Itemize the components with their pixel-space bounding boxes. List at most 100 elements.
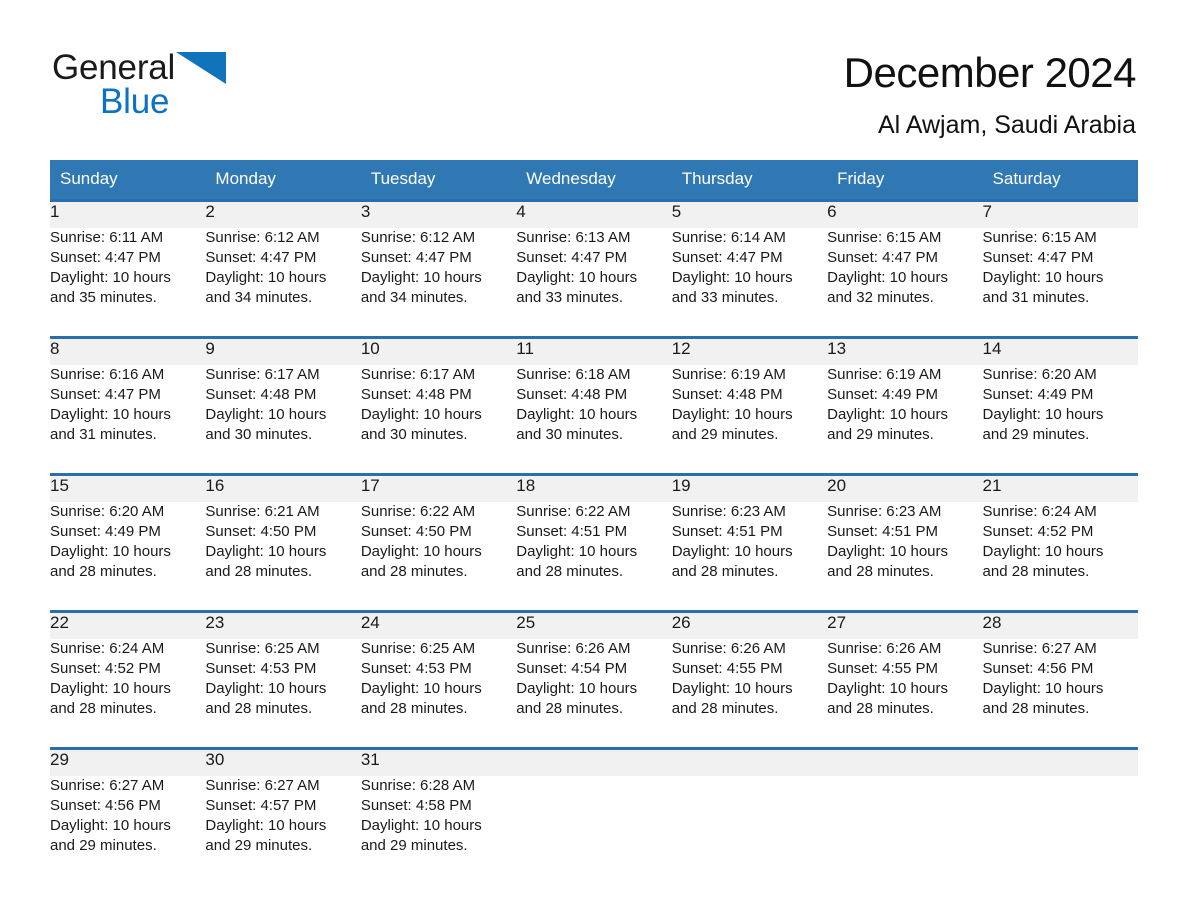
day-detail-cell[interactable]: Sunrise: 6:25 AM Sunset: 4:53 PM Daylight:… [361,639,516,735]
day-number[interactable]: 20 [827,476,983,502]
daylight-duration-line1: Daylight: 10 hours [360,269,482,286]
day-number[interactable]: 3 [360,202,517,228]
day-detail-cell[interactable]: Sunrise: 6:23 AM Sunset: 4:51 PM Daylight:… [827,502,982,598]
sunrise-time: Sunrise: 6:17 AM [360,366,476,383]
sunrise-time: Sunrise: 6:22 AM [516,503,631,520]
day-detail-cell[interactable]: Sunrise: 6:27 AM Sunset: 4:56 PM Daylight:… [983,639,1138,735]
logo-top-row: General [52,44,312,86]
title-block: December 2024 Al Awjam, Saudi Arabia [844,44,1137,142]
day-number[interactable]: 15 [50,476,206,502]
day-number-empty [827,750,983,776]
daylight-duration-line2: and 28 minutes. [982,563,1090,580]
day-detail-cell[interactable]: Sunrise: 6:14 AM Sunset: 4:47 PM Daylight:… [672,228,827,324]
day-detail-cell[interactable]: Sunrise: 6:26 AM Sunset: 4:55 PM Daylight:… [672,639,827,735]
sunset-time: Sunset: 4:47 PM [827,249,939,266]
day-detail-cell[interactable]: Sunrise: 6:12 AM Sunset: 4:47 PM Daylight:… [361,228,516,324]
day-number[interactable]: 30 [205,750,361,776]
day-number[interactable]: 23 [205,613,361,639]
day-detail-cell[interactable]: Sunrise: 6:26 AM Sunset: 4:54 PM Daylight:… [516,639,671,735]
day-detail-cell[interactable]: Sunrise: 6:22 AM Sunset: 4:50 PM Daylight:… [361,502,516,598]
daylight-duration-line1: Daylight: 10 hours [671,680,793,697]
day-number-row: 29 30 31 [50,750,1138,776]
day-number[interactable]: 4 [516,202,672,228]
day-detail-cell-empty [983,776,1138,872]
day-detail-cell[interactable]: Sunrise: 6:16 AM Sunset: 4:47 PM Daylight:… [50,365,205,461]
day-number[interactable]: 19 [671,476,828,502]
day-number[interactable]: 5 [671,202,828,228]
day-number[interactable]: 6 [827,202,983,228]
sunrise-time: Sunrise: 6:22 AM [360,503,476,520]
day-number[interactable]: 7 [982,202,1138,228]
day-number[interactable]: 8 [50,339,206,365]
sunset-time: Sunset: 4:47 PM [205,249,317,266]
day-number[interactable]: 16 [205,476,361,502]
sunrise-time: Sunrise: 6:27 AM [982,640,1097,657]
day-number[interactable]: 25 [516,613,672,639]
day-detail-cell[interactable]: Sunrise: 6:17 AM Sunset: 4:48 PM Daylight:… [361,365,516,461]
sunset-time: Sunset: 4:55 PM [827,660,939,677]
day-number[interactable]: 12 [671,339,828,365]
day-detail-cell[interactable]: Sunrise: 6:27 AM Sunset: 4:56 PM Daylight:… [50,776,205,872]
sunset-time: Sunset: 4:55 PM [671,660,783,677]
day-detail-cell[interactable]: Sunrise: 6:28 AM Sunset: 4:58 PM Daylight:… [361,776,516,872]
day-number[interactable]: 1 [50,202,206,228]
day-number[interactable]: 13 [827,339,983,365]
page-header: General Blue December 2024 Al Awjam, Sau… [0,0,1188,142]
logo-text-general: General [52,48,176,87]
day-number[interactable]: 26 [671,613,828,639]
day-number[interactable]: 11 [516,339,672,365]
sunrise-time: Sunrise: 6:25 AM [205,640,320,657]
day-detail-cell[interactable]: Sunrise: 6:15 AM Sunset: 4:47 PM Daylight:… [827,228,982,324]
day-number[interactable]: 17 [360,476,517,502]
daylight-duration-line2: and 32 minutes. [827,289,934,306]
day-detail-cell[interactable]: Sunrise: 6:18 AM Sunset: 4:48 PM Daylight:… [516,365,671,461]
daylight-duration-line2: and 28 minutes. [516,700,624,717]
weekday-header-saturday: Saturday [982,160,1138,199]
daylight-duration-line2: and 28 minutes. [50,563,157,580]
daylight-duration-line2: and 30 minutes. [516,426,624,443]
day-detail-cell[interactable]: Sunrise: 6:22 AM Sunset: 4:51 PM Daylight:… [516,502,671,598]
sunset-time: Sunset: 4:47 PM [982,249,1094,266]
day-number[interactable]: 9 [205,339,361,365]
generalblue-logo[interactable]: General Blue [52,44,312,124]
day-detail-cell[interactable]: Sunrise: 6:21 AM Sunset: 4:50 PM Daylight:… [205,502,360,598]
sunrise-time: Sunrise: 6:15 AM [827,229,942,246]
sunrise-time: Sunrise: 6:20 AM [982,366,1097,383]
sunrise-time: Sunrise: 6:11 AM [50,229,164,246]
day-detail-cell[interactable]: Sunrise: 6:23 AM Sunset: 4:51 PM Daylight:… [672,502,827,598]
day-number[interactable]: 14 [982,339,1138,365]
day-detail-cell[interactable]: Sunrise: 6:24 AM Sunset: 4:52 PM Daylight:… [50,639,205,735]
day-number[interactable]: 18 [516,476,672,502]
day-number-empty [982,750,1138,776]
day-detail-cell[interactable]: Sunrise: 6:12 AM Sunset: 4:47 PM Daylight:… [205,228,360,324]
day-number[interactable]: 22 [50,613,206,639]
daylight-duration-line1: Daylight: 10 hours [360,406,482,423]
day-number[interactable]: 21 [982,476,1138,502]
sunset-time: Sunset: 4:47 PM [671,249,783,266]
day-detail-cell[interactable]: Sunrise: 6:20 AM Sunset: 4:49 PM Daylight:… [50,502,205,598]
day-number-empty [516,750,672,776]
day-detail-cell[interactable]: Sunrise: 6:27 AM Sunset: 4:57 PM Daylight:… [205,776,360,872]
day-detail-cell[interactable]: Sunrise: 6:15 AM Sunset: 4:47 PM Daylight:… [983,228,1138,324]
day-detail-cell[interactable]: Sunrise: 6:13 AM Sunset: 4:47 PM Daylight:… [516,228,671,324]
day-detail-cell[interactable]: Sunrise: 6:20 AM Sunset: 4:49 PM Daylight:… [983,365,1138,461]
week-spacer [50,735,1138,747]
logo-text-blue: Blue [100,82,170,121]
day-number-row: 15 16 17 18 19 20 21 [50,476,1138,502]
day-number[interactable]: 31 [360,750,517,776]
day-number[interactable]: 2 [205,202,361,228]
day-detail-cell[interactable]: Sunrise: 6:25 AM Sunset: 4:53 PM Daylight:… [205,639,360,735]
day-detail-cell[interactable]: Sunrise: 6:26 AM Sunset: 4:55 PM Daylight:… [827,639,982,735]
day-number[interactable]: 27 [827,613,983,639]
day-number[interactable]: 10 [360,339,517,365]
day-detail-cell[interactable]: Sunrise: 6:19 AM Sunset: 4:49 PM Daylight:… [827,365,982,461]
day-detail-cell[interactable]: Sunrise: 6:19 AM Sunset: 4:48 PM Daylight:… [672,365,827,461]
day-number[interactable]: 24 [360,613,517,639]
daylight-duration-line1: Daylight: 10 hours [50,406,171,423]
day-detail-cell[interactable]: Sunrise: 6:17 AM Sunset: 4:48 PM Daylight:… [205,365,360,461]
day-number[interactable]: 28 [982,613,1138,639]
day-detail-cell[interactable]: Sunrise: 6:24 AM Sunset: 4:52 PM Daylight:… [983,502,1138,598]
day-detail-cell[interactable]: Sunrise: 6:11 AM Sunset: 4:47 PM Daylight:… [50,228,205,324]
sunset-time: Sunset: 4:50 PM [360,523,472,540]
day-number[interactable]: 29 [50,750,206,776]
